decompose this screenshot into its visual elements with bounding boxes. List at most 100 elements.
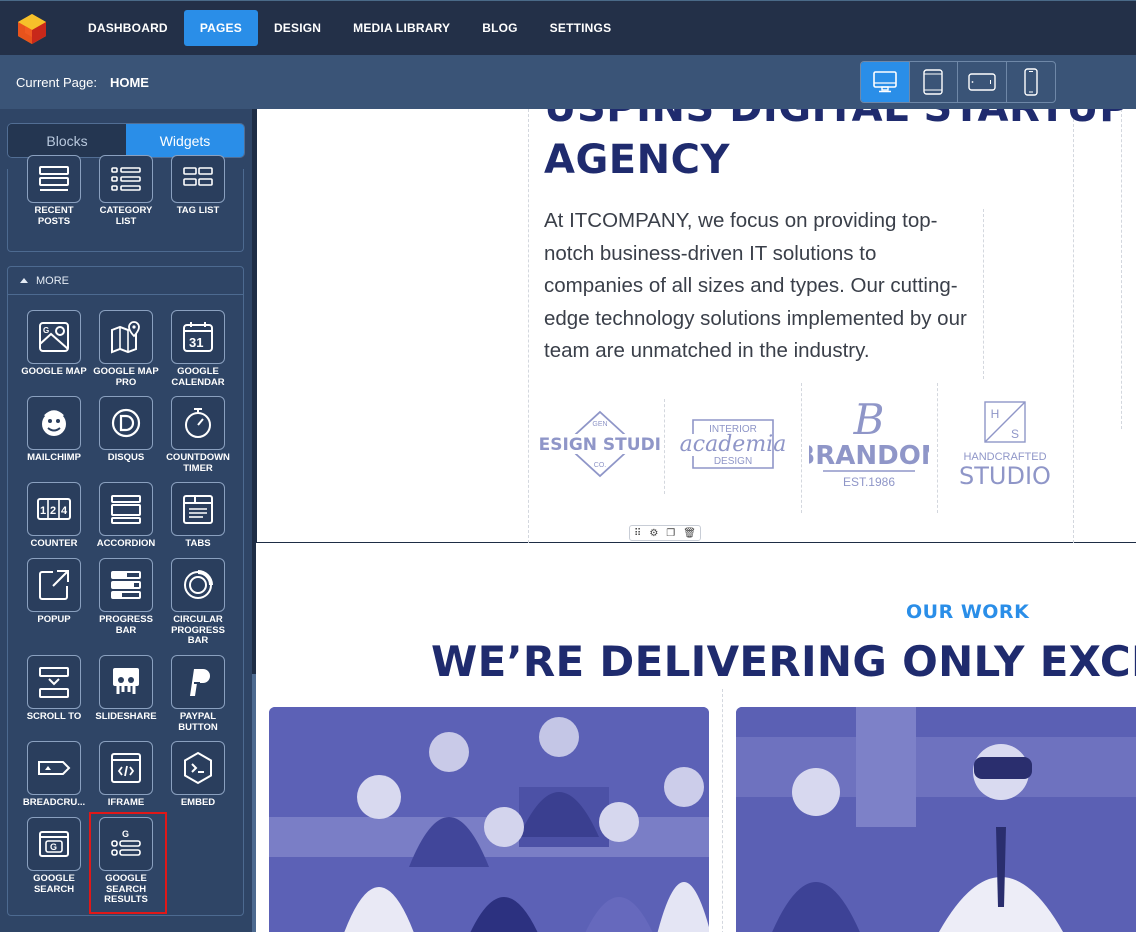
disqus-box: [99, 396, 153, 450]
popup-icon: [39, 570, 69, 600]
mobile-view-button[interactable]: [1007, 62, 1056, 102]
settings-gear-icon[interactable]: ⚙: [649, 528, 658, 539]
widgets-sidebar: Blocks Widgets RECENT POSTS CATEGORY LIS…: [0, 109, 256, 932]
widget-google-search[interactable]: G GOOGLE SEARCH: [18, 817, 90, 895]
tab-widgets[interactable]: Widgets: [126, 124, 244, 157]
portfolio-card-2[interactable]: [736, 707, 1136, 932]
brand-logo-brandon: B BRANDON EST.1986: [803, 389, 935, 499]
drag-handle-icon[interactable]: ⠿: [634, 528, 641, 539]
tablet-view-button[interactable]: [910, 62, 958, 102]
widget-google-map[interactable]: G GOOGLE MAP: [18, 310, 90, 378]
embed-box: [171, 741, 225, 795]
widget-embed[interactable]: EMBED: [162, 741, 234, 809]
svg-text:2: 2: [50, 505, 56, 517]
hero-section[interactable]: USPINS DIGITAL STARTUP AGENCY At ITCOMPA…: [256, 109, 1136, 543]
countdown-timer-box: [171, 396, 225, 450]
widget-mailchimp[interactable]: MAILCHIMP: [18, 396, 90, 464]
widget-google-calendar[interactable]: 31 GOOGLE CALENDAR: [162, 310, 234, 388]
widget-category-list[interactable]: CATEGORY LIST: [90, 155, 162, 227]
widget-circular-progress-bar[interactable]: CIRCULAR PROGRESS BAR: [162, 558, 234, 647]
dashed-guide: [1073, 109, 1074, 543]
current-page-value[interactable]: HOME: [110, 75, 149, 90]
app-logo-icon[interactable]: [14, 10, 50, 46]
svg-text:G: G: [43, 326, 49, 335]
map-pin-icon: [111, 321, 140, 354]
hero-title-line1[interactable]: USPINS DIGITAL STARTUP: [544, 109, 1129, 131]
mailchimp-icon: [42, 410, 66, 436]
desktop-view-button[interactable]: [861, 62, 910, 102]
svg-text:G: G: [50, 842, 57, 852]
duplicate-icon[interactable]: ❐: [666, 528, 675, 539]
widget-google-map-pro[interactable]: GOOGLE MAP PRO: [90, 310, 162, 388]
widget-breadcrumbs[interactable]: BREADCRU...: [18, 741, 90, 809]
widget-countdown-timer[interactable]: COUNTDOWN TIMER: [162, 396, 234, 474]
section-title[interactable]: WE’RE DELIVERING ONLY EXCEPTIONAL: [431, 637, 1136, 686]
widget-progress-bar[interactable]: PROGRESS BAR: [90, 558, 162, 636]
widget-recent-posts[interactable]: RECENT POSTS: [18, 155, 90, 227]
brand4-h: H: [991, 407, 1000, 421]
widget-slideshare[interactable]: SLIDESHARE: [90, 655, 162, 723]
more-section-toggle[interactable]: MORE: [8, 267, 243, 295]
widget-tabs[interactable]: TABS: [162, 482, 234, 550]
nav-design[interactable]: DESIGN: [258, 10, 337, 46]
page-canvas: USPINS DIGITAL STARTUP AGENCY At ITCOMPA…: [256, 109, 1136, 932]
brand4-s: S: [1011, 427, 1019, 441]
brand3-bottom: EST.1986: [843, 475, 895, 489]
breadcrumbs-box: [27, 741, 81, 795]
hero-paragraph[interactable]: At ITCOMPANY, we focus on providing top-…: [544, 205, 974, 368]
widget-label: EMBED: [180, 797, 216, 808]
page-toolbar: Current Page: HOME: [0, 55, 1136, 109]
accordion-box: [99, 482, 153, 536]
accordion-icon: [111, 495, 141, 524]
nav-pages[interactable]: PAGES: [183, 10, 258, 46]
widget-label: GOOGLE SEARCH: [33, 873, 75, 895]
tab-blocks[interactable]: Blocks: [8, 124, 126, 157]
widget-label: POPUP: [37, 614, 71, 625]
widget-label: BREADCRU...: [22, 797, 86, 808]
nav-blog[interactable]: BLOG: [466, 10, 533, 46]
nav-media-library[interactable]: MEDIA LIBRARY: [337, 10, 466, 46]
nav-settings[interactable]: SETTINGS: [534, 10, 628, 46]
widget-disqus[interactable]: DISQUS: [90, 396, 162, 464]
brand1-main: DESIGN STUDIO: [540, 435, 660, 455]
widget-label: IFRAME: [107, 797, 145, 808]
brand2-bottom: DESIGN: [714, 456, 752, 467]
widget-label: GOOGLE MAP: [21, 366, 87, 377]
section-label[interactable]: OUR WORK: [906, 601, 1029, 623]
trash-icon[interactable]: 🗑: [683, 528, 696, 539]
widget-iframe[interactable]: IFRAME: [90, 741, 162, 809]
caret-up-icon: [20, 278, 28, 283]
brand4-main: STUDIO: [959, 462, 1051, 490]
circular-progress-box: [171, 558, 225, 612]
brand3-main: BRANDON: [809, 441, 929, 471]
portfolio-card-1[interactable]: [269, 707, 709, 932]
dashed-guide: [722, 689, 723, 932]
more-section-label: MORE: [36, 274, 69, 287]
widget-counter[interactable]: 124 COUNTER: [18, 482, 90, 550]
svg-text:1: 1: [40, 505, 46, 517]
widget-label: ACCORDION: [96, 538, 156, 549]
widget-scroll-to[interactable]: SCROLL TO: [18, 655, 90, 723]
disqus-icon: [111, 408, 141, 438]
widget-tag-list[interactable]: TAG LIST: [162, 155, 234, 217]
brand-logos-row[interactable]: GEN DESIGN STUDIO CO. INTERIOR academia …: [537, 383, 1057, 513]
hero-title-line2[interactable]: AGENCY: [544, 137, 730, 183]
nav-dashboard[interactable]: DASHBOARD: [72, 10, 184, 46]
widget-label: RECENT POSTS: [34, 205, 74, 227]
iframe-box: [99, 741, 153, 795]
widget-label: SLIDESHARE: [95, 711, 157, 722]
brand-logo-handcrafted-studio: H S HANDCRAFTED STUDIO: [939, 389, 1071, 499]
stopwatch-icon: [185, 408, 211, 438]
embed-icon: [184, 751, 212, 785]
google-map-box: G: [27, 310, 81, 364]
svg-text:4: 4: [61, 505, 68, 517]
widget-popup[interactable]: POPUP: [18, 558, 90, 626]
vr-photo-image: [736, 707, 1136, 932]
iframe-icon: [111, 753, 141, 783]
widget-accordion[interactable]: ACCORDION: [90, 482, 162, 550]
brand1-bottom: CO.: [593, 462, 606, 469]
widget-paypal-button[interactable]: PAYPAL BUTTON: [162, 655, 234, 733]
breadcrumb-icon: [38, 761, 71, 775]
tablet-landscape-view-button[interactable]: [958, 62, 1007, 102]
widget-label: PAYPAL BUTTON: [178, 711, 218, 733]
